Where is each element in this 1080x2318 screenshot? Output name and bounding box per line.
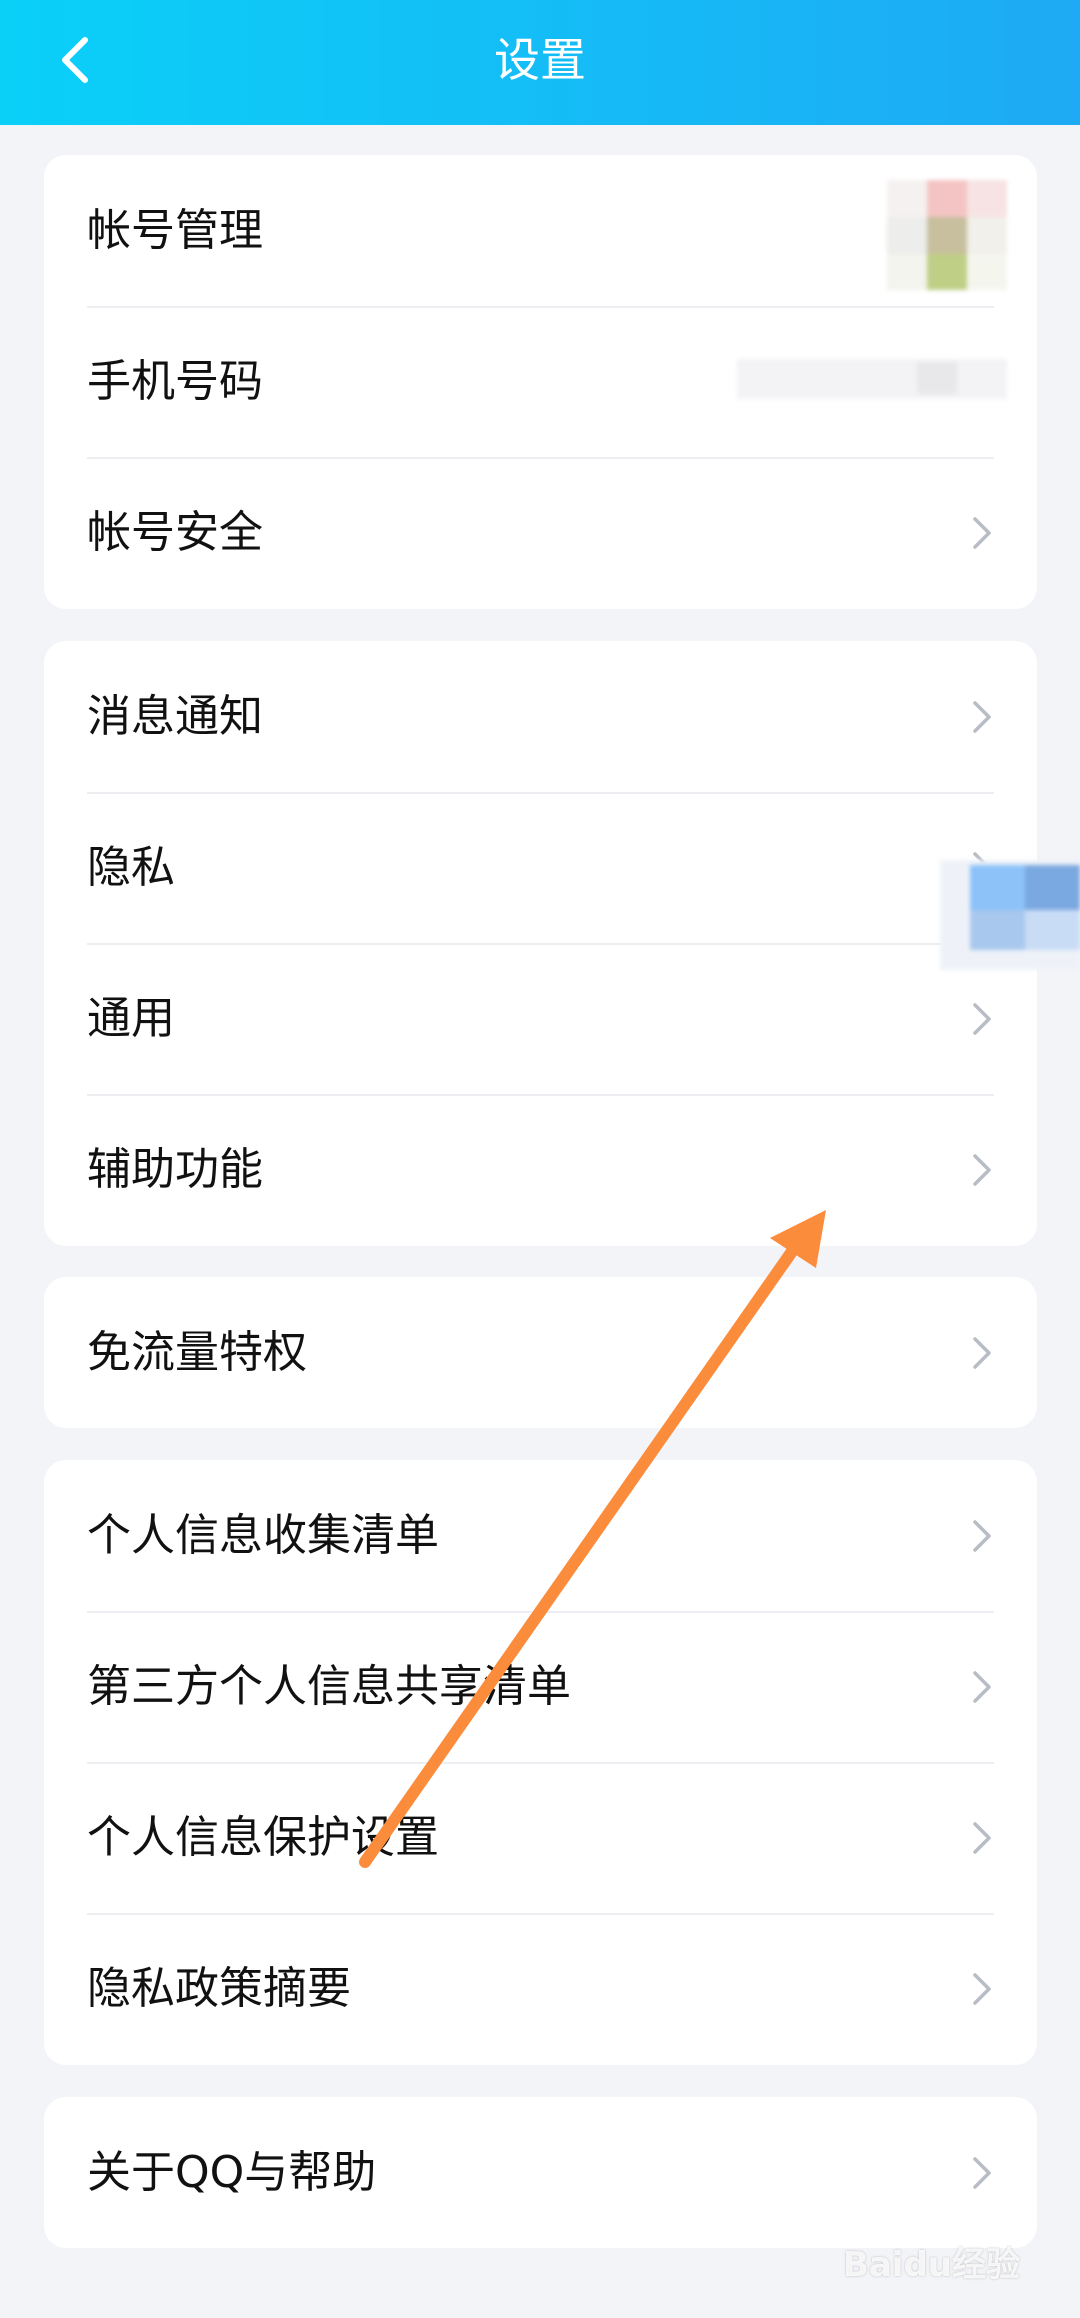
settings-item-label: 免流量特权 [87,1326,307,1378]
header-bar: 设置 [0,0,1080,125]
chevron-right-icon [973,2156,991,2189]
about-group: 关于QQ与帮助 [44,2097,1037,2248]
data-plan-group: 免流量特权 [44,1277,1037,1428]
settings-item-free-data[interactable]: 免流量特权 [44,1277,1037,1428]
settings-item-label: 消息通知 [87,690,263,742]
settings-item-info-protection[interactable]: 个人信息保护设置 [44,1762,1037,1913]
watermark: Baidu经验 [842,2245,1020,2285]
settings-item-label: 第三方个人信息共享清单 [87,1660,571,1712]
settings-item-third-party-sharing-list[interactable]: 第三方个人信息共享清单 [44,1611,1037,1762]
settings-item-account-security[interactable]: 帐号安全 [44,457,1037,608]
settings-item-label: 隐私 [87,841,175,893]
settings-item-info-collection-list[interactable]: 个人信息收集清单 [44,1460,1037,1611]
settings-item-general[interactable]: 通用 [44,943,1037,1094]
chevron-right-icon [973,1336,991,1369]
general-group: 消息通知 隐私 通用 辅助功能 [44,641,1037,1246]
chevron-right-icon [973,1153,991,1186]
settings-item-label: 通用 [87,992,175,1044]
settings-item-label: 个人信息保护设置 [87,1811,439,1863]
chevron-right-icon [973,1821,991,1854]
account-group: 帐号管理 手机号码 帐号安全 [44,155,1037,609]
chevron-right-icon [973,1519,991,1552]
settings-item-label: 帐号安全 [87,506,263,558]
chevron-right-icon [973,516,991,549]
settings-item-label: 隐私政策摘要 [87,1962,351,2014]
settings-item-label: 辅助功能 [87,1143,263,1195]
page-title: 设置 [494,33,586,87]
settings-item-label: 个人信息收集清单 [87,1509,439,1561]
settings-item-notifications[interactable]: 消息通知 [44,641,1037,792]
settings-item-accessibility[interactable]: 辅助功能 [44,1094,1037,1245]
chevron-right-icon [973,700,991,733]
settings-item-label: 手机号码 [87,355,263,407]
settings-item-label: 关于QQ与帮助 [87,2146,377,2198]
phone-number-value [737,354,1007,404]
chevron-right-icon [973,1972,991,2005]
settings-item-about-help[interactable]: 关于QQ与帮助 [44,2097,1037,2248]
avatar [887,180,1007,290]
personal-info-group: 个人信息收集清单 第三方个人信息共享清单 个人信息保护设置 隐私政策摘要 [44,1460,1037,2065]
settings-item-privacy[interactable]: 隐私 [44,792,1037,943]
settings-page: 设置 帐号管理 手机号码 帐号安全 消息通知 隐私 通用 辅助功能 免流量特权 … [0,0,1080,2318]
settings-item-label: 帐号管理 [87,204,263,256]
chevron-right-icon [973,1002,991,1035]
blurred-overlay [940,840,1080,980]
settings-item-privacy-policy-summary[interactable]: 隐私政策摘要 [44,1913,1037,2064]
settings-item-phone-number[interactable]: 手机号码 [44,306,1037,457]
settings-item-account-management[interactable]: 帐号管理 [44,155,1037,306]
chevron-right-icon [973,1670,991,1703]
